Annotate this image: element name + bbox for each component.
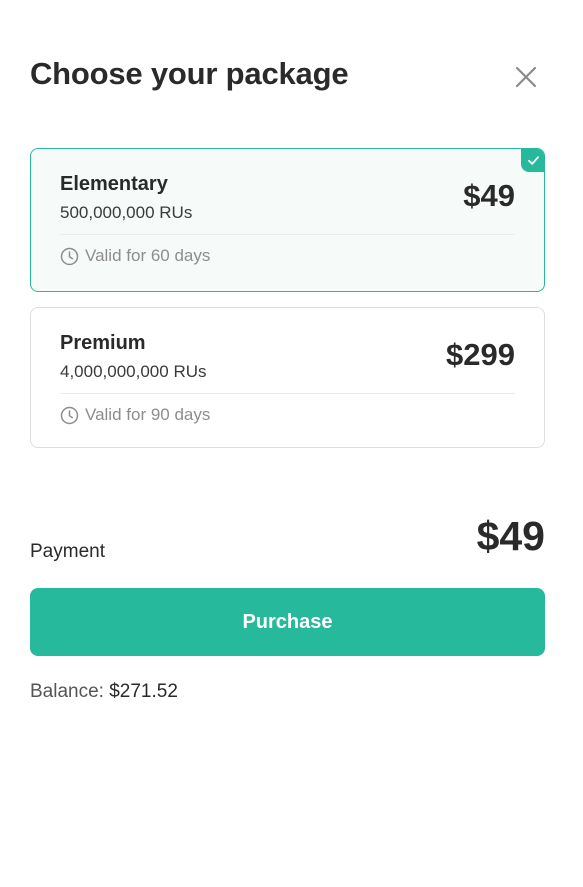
clock-icon bbox=[60, 406, 79, 425]
package-card-elementary[interactable]: Elementary 500,000,000 RUs $49 Valid for… bbox=[30, 148, 545, 292]
purchase-button[interactable]: Purchase bbox=[30, 588, 545, 656]
package-price: $299 bbox=[446, 337, 515, 372]
card-divider bbox=[60, 234, 515, 235]
check-icon bbox=[527, 155, 539, 165]
package-validity: Valid for 90 days bbox=[60, 405, 210, 425]
package-validity: Valid for 60 days bbox=[60, 246, 210, 266]
payment-amount: $49 bbox=[476, 513, 545, 559]
validity-text: Valid for 90 days bbox=[85, 405, 211, 424]
package-units: 4,000,000,000 RUs bbox=[60, 362, 207, 381]
balance-value: $271.52 bbox=[109, 681, 178, 702]
package-price: $49 bbox=[463, 178, 515, 213]
balance-label: Balance: bbox=[30, 681, 104, 702]
clock-icon bbox=[60, 247, 79, 266]
selected-badge bbox=[521, 149, 544, 172]
page-title: Choose your package bbox=[30, 56, 349, 91]
close-icon bbox=[515, 66, 537, 88]
validity-text: Valid for 60 days bbox=[85, 246, 211, 265]
package-units: 500,000,000 RUs bbox=[60, 203, 193, 222]
card-divider bbox=[60, 393, 515, 394]
package-name: Elementary bbox=[60, 173, 168, 195]
close-button[interactable] bbox=[510, 61, 542, 93]
balance: Balance: $271.52 bbox=[30, 681, 178, 703]
package-card-premium[interactable]: Premium 4,000,000,000 RUs $299 Valid for… bbox=[30, 307, 545, 448]
package-name: Premium bbox=[60, 332, 146, 354]
payment-label: Payment bbox=[30, 541, 105, 562]
